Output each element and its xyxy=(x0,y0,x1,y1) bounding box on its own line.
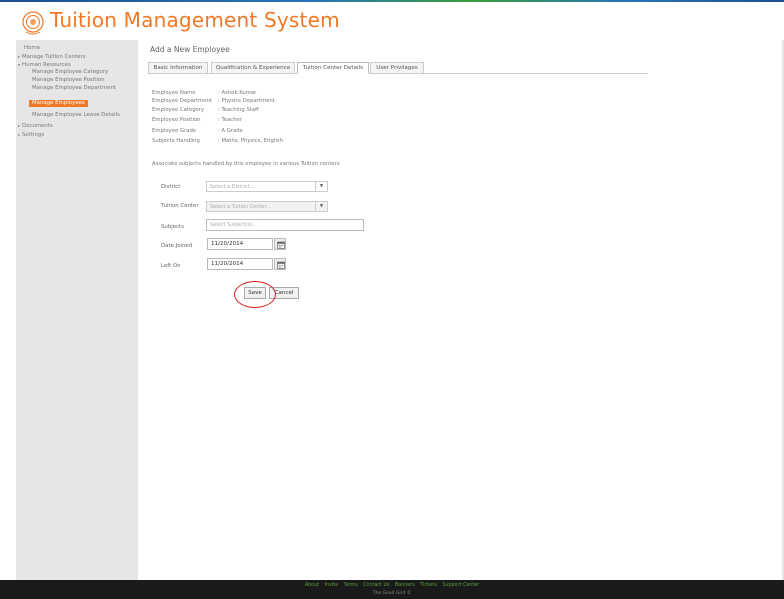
tuition-center-label: Tuition Center xyxy=(161,203,199,209)
footer: About Invite Terms Contact Us Banners Ti… xyxy=(0,580,784,599)
chevron-down-icon: ▼ xyxy=(315,182,327,191)
district-placeholder: Select a District... xyxy=(210,184,255,190)
sidebar-item-home[interactable]: Home xyxy=(24,45,40,52)
caret-right-icon: ▸ xyxy=(18,123,21,128)
sidebar-item-label: Documents xyxy=(22,123,53,129)
sidebar-item-label: Manage Employee Leave Details xyxy=(32,112,120,118)
caret-right-icon: ▸ xyxy=(18,54,21,59)
caret-down-icon: ▾ xyxy=(18,62,21,67)
date-joined-label: Date Joined xyxy=(161,243,193,249)
left-on-input[interactable]: 11/20/2014 xyxy=(207,258,273,270)
info-label: Employee Category xyxy=(152,107,205,113)
left-on-label: Left On xyxy=(161,263,181,269)
footer-link-invite[interactable]: Invite xyxy=(325,583,338,588)
footer-link-support-center[interactable]: Support Center xyxy=(442,583,479,588)
date-joined-calendar-button[interactable] xyxy=(274,238,286,250)
info-value: : A Grade xyxy=(218,128,243,134)
calendar-icon xyxy=(277,261,285,269)
sidebar-item-documents[interactable]: ▸ Documents xyxy=(18,122,53,130)
sidebar-item-manage-employee-category[interactable]: Manage Employee Category xyxy=(32,69,108,76)
chevron-down-icon: ▼ xyxy=(315,202,327,211)
info-label: Employee Grade xyxy=(152,128,197,134)
subjects-placeholder: Select Subject(s)... xyxy=(210,222,257,228)
left-on-calendar-button[interactable] xyxy=(274,258,286,270)
sidebar-item-label: Manage Employee Category xyxy=(32,69,109,75)
page-title: Add a New Employee xyxy=(150,45,230,54)
sidebar-item-human-resources[interactable]: ▾ Human Resources xyxy=(18,61,71,69)
sidebar-item-label: Manage Employee Position xyxy=(32,77,105,83)
footer-links: About Invite Terms Contact Us Banners Ti… xyxy=(0,583,784,588)
annotation-highlight-circle xyxy=(234,281,276,308)
sidebar-item-manage-employees[interactable]: Manage Employees xyxy=(29,100,88,107)
footer-link-terms[interactable]: Terms xyxy=(344,583,358,588)
sidebar-item-manage-tuition-centers[interactable]: ▸ Manage Tuition Centers xyxy=(18,53,86,61)
section-note: Associate subjects handled by this emplo… xyxy=(152,161,340,167)
info-label: Employee Position xyxy=(152,117,201,123)
tuition-center-select[interactable]: Select a Tuition Center... ▼ xyxy=(206,201,328,212)
info-value: : Maths, Physics, English xyxy=(218,138,283,144)
info-label: Employee Name xyxy=(152,90,196,96)
footer-link-banners[interactable]: Banners xyxy=(395,583,415,588)
logo-emblem-icon xyxy=(22,11,44,35)
tab-basic-information[interactable]: Basic Information xyxy=(148,62,208,74)
tab-qualification-experience[interactable]: Qualification & Experience xyxy=(211,62,295,74)
info-value: : Teacher xyxy=(218,117,243,123)
app-title: Tuition Management System xyxy=(50,8,340,32)
calendar-icon xyxy=(277,241,285,249)
sidebar-item-manage-employee-department[interactable]: Manage Employee Department xyxy=(32,85,116,92)
info-value: : Physics Department xyxy=(218,98,275,104)
subjects-input[interactable]: Select Subject(s)... xyxy=(206,219,364,231)
caret-right-icon: ▸ xyxy=(18,132,21,137)
sidebar-item-settings[interactable]: ▸ Settings xyxy=(18,131,44,139)
footer-link-tickets[interactable]: Tickets xyxy=(420,583,437,588)
sidebar-nav: Home ▸ Manage Tuition Centers ▾ Human Reso… xyxy=(16,40,138,580)
sidebar-item-label: Manage Employees xyxy=(32,100,85,106)
info-value: : Ashok Kumar xyxy=(218,90,257,96)
sidebar-item-label: Manage Tuition Centers xyxy=(22,54,86,60)
tab-user-privilages[interactable]: User Privilages xyxy=(370,62,424,74)
tuition-center-placeholder: Select a Tuition Center... xyxy=(210,204,271,210)
tab-tuition-center-details[interactable]: Tuition Center Details xyxy=(297,62,369,74)
footer-copyright: The Good Grid © xyxy=(372,591,412,596)
sidebar-item-label: Home xyxy=(24,45,40,51)
sidebar-item-label: Human Resources xyxy=(22,62,71,68)
sidebar-item-manage-employee-leave-details[interactable]: Manage Employee Leave Details xyxy=(32,112,120,119)
district-select[interactable]: Select a District... ▼ xyxy=(206,181,328,192)
date-joined-input[interactable]: 11/20/2014 xyxy=(207,238,273,250)
sidebar-item-label: Manage Employee Department xyxy=(32,85,117,91)
info-label: Subjects Handling xyxy=(152,138,200,144)
main-content: Add a New Employee Basic Information Qua… xyxy=(140,40,782,580)
info-label: Employee Department xyxy=(152,98,212,104)
district-label: District xyxy=(161,184,181,190)
footer-link-contact-us[interactable]: Contact Us xyxy=(363,583,389,588)
subjects-label: Subjects xyxy=(161,224,184,230)
info-value: : Teaching Staff xyxy=(218,107,259,113)
sidebar-item-label: Settings xyxy=(22,132,45,138)
sidebar-item-manage-employee-position[interactable]: Manage Employee Position xyxy=(32,77,105,84)
footer-link-about[interactable]: About xyxy=(305,583,319,588)
app-header: Tuition Management System xyxy=(0,2,784,38)
